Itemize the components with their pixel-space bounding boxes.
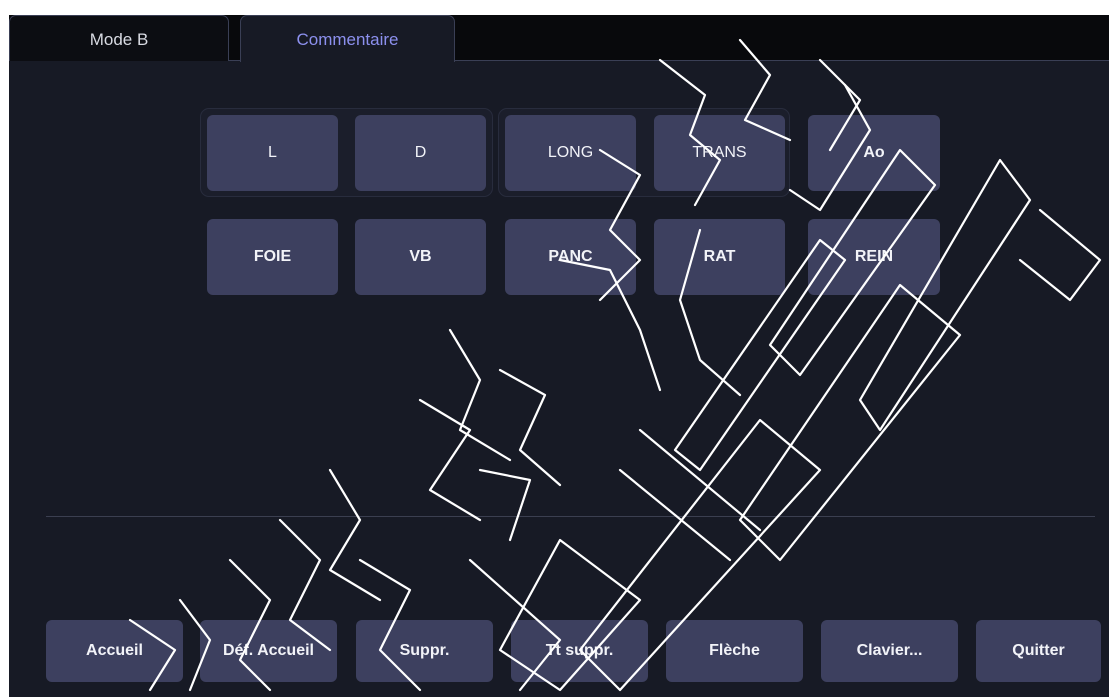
suppr-button[interactable]: Suppr. — [356, 620, 493, 682]
comment-button-d[interactable]: D — [355, 115, 486, 191]
section-divider — [46, 516, 1095, 517]
comment-button-long[interactable]: LONG — [505, 115, 636, 191]
comment-button-trans[interactable]: TRANS — [654, 115, 785, 191]
clavier-button[interactable]: Clavier... — [821, 620, 958, 682]
tab-mode-b[interactable]: Mode B — [9, 15, 229, 61]
tt-suppr-button[interactable]: Tt suppr. — [511, 620, 648, 682]
comment-button-l[interactable]: L — [207, 115, 338, 191]
comment-button-foie[interactable]: FOIE — [207, 219, 338, 295]
def-accueil-button[interactable]: Déf. Accueil — [200, 620, 337, 682]
comment-button-rat[interactable]: RAT — [654, 219, 785, 295]
fleche-button[interactable]: Flèche — [666, 620, 803, 682]
comment-button-panc[interactable]: PANC — [505, 219, 636, 295]
quitter-button[interactable]: Quitter — [976, 620, 1101, 682]
comment-button-vb[interactable]: VB — [355, 219, 486, 295]
comment-button-ao[interactable]: Ao — [808, 115, 940, 191]
accueil-button[interactable]: Accueil — [46, 620, 183, 682]
tab-commentaire[interactable]: Commentaire — [240, 15, 455, 62]
comment-button-rein[interactable]: REIN — [808, 219, 940, 295]
comment-panel: Mode B Commentaire L D LONG TRANS Ao FOI… — [9, 15, 1109, 697]
